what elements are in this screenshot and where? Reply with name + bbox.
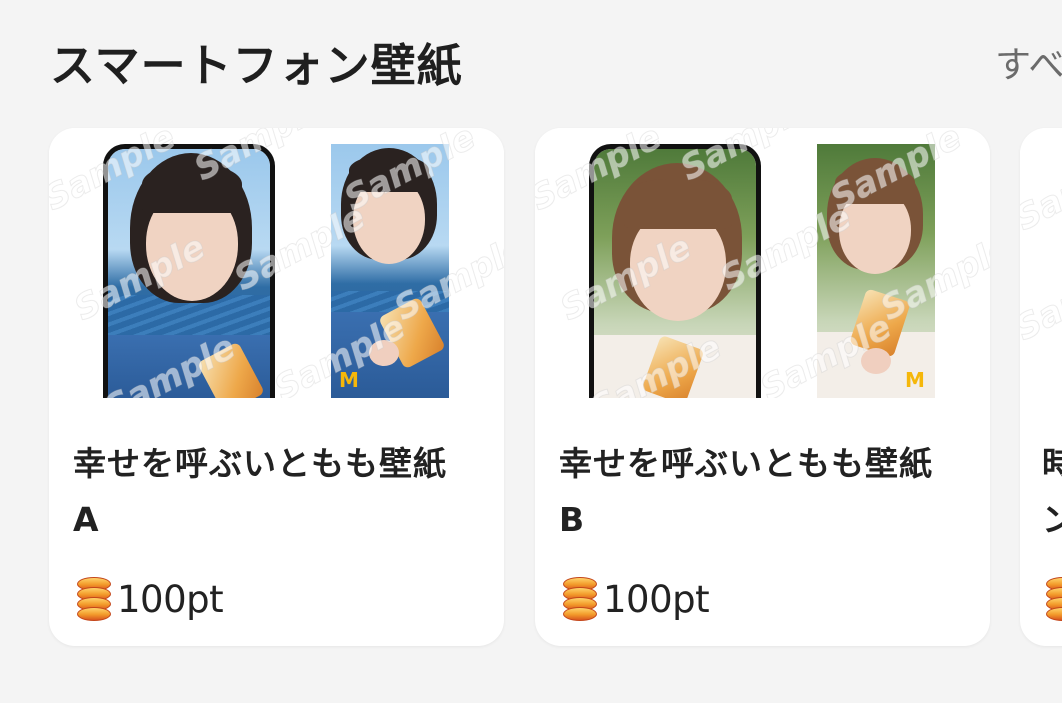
sample-watermark: Sample Sample: [1020, 137, 1062, 350]
price: 100pt: [75, 574, 224, 624]
coin-stack-icon: [561, 577, 601, 621]
card-title: 幸せを呼ぶいともも壁紙 B: [559, 444, 933, 539]
coin-stack-icon: [1044, 577, 1062, 621]
phone-mockup: [103, 144, 275, 398]
coin-stack-icon: [75, 577, 115, 621]
wallpaper-preview: Sample Sample: [1020, 128, 1062, 398]
price: 100pt: [561, 574, 710, 624]
price-label: 100pt: [117, 577, 224, 621]
phone-mockup: [589, 144, 761, 398]
wallpaper-card-c[interactable]: Sample Sample 時 ン: [1020, 128, 1062, 646]
card-title: 時 ン: [1042, 444, 1062, 539]
see-all-link[interactable]: すべ: [995, 44, 1062, 88]
card-title: 幸せを呼ぶいともも壁紙 A: [73, 444, 447, 539]
wallpaper-section: スマートフォン壁紙 すべ M Sample Sample Sample Samp…: [0, 0, 1062, 703]
section-title: スマートフォン壁紙: [50, 39, 463, 92]
lockscreen-preview: M: [817, 144, 935, 398]
price-label: 100pt: [603, 577, 710, 621]
mcdonalds-logo-icon: M: [339, 368, 359, 392]
wallpaper-card-b[interactable]: M Sample Sample Sample Sample Sample Sam…: [535, 128, 990, 646]
lockscreen-preview: M: [331, 144, 449, 398]
price: [1044, 574, 1062, 624]
mcdonalds-logo-icon: M: [905, 368, 925, 392]
wallpaper-preview: M Sample Sample Sample Sample Sample Sam…: [535, 128, 990, 398]
wallpaper-card-a[interactable]: M Sample Sample Sample Sample Sample Sam…: [49, 128, 504, 646]
wallpaper-preview: M Sample Sample Sample Sample Sample Sam…: [49, 128, 504, 398]
